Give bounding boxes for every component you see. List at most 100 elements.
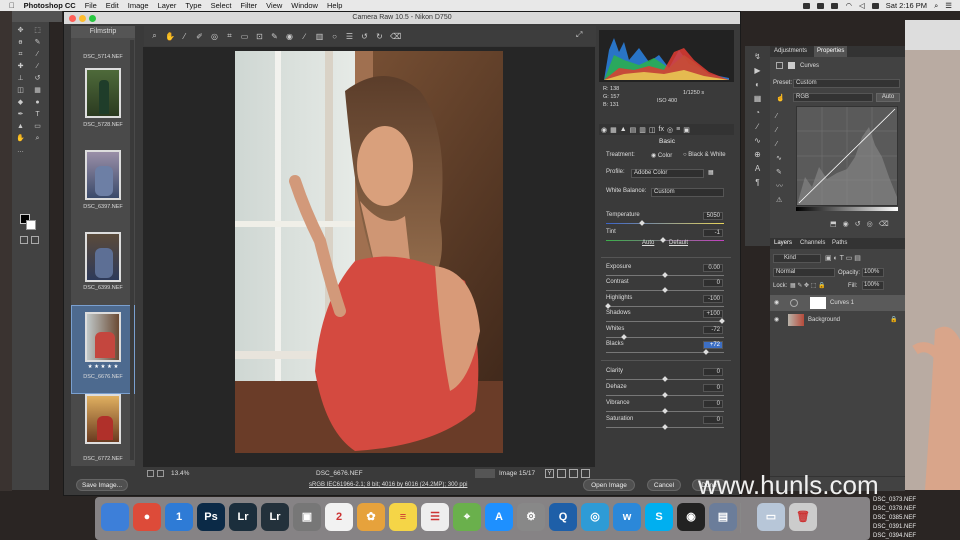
quick-select-icon[interactable]: ✎ (33, 39, 42, 47)
slider-value-input[interactable]: 0 (703, 400, 723, 408)
zoom-level[interactable]: 13.4% (171, 470, 189, 477)
tab-adjustments[interactable]: Adjustments (774, 46, 807, 57)
actions-icon[interactable]: ▶ (745, 64, 770, 78)
slider-knob[interactable] (703, 349, 709, 355)
eraser-tool-icon[interactable]: ◫ (16, 87, 25, 95)
slider-track[interactable] (606, 349, 724, 355)
menu-filter[interactable]: Filter (240, 1, 257, 10)
zoom-in-icon[interactable] (157, 470, 164, 477)
slider-knob[interactable] (719, 318, 725, 324)
presets-tab-icon[interactable]: ≡ (676, 126, 680, 133)
slider-knob[interactable] (605, 303, 611, 309)
brush-icon[interactable]: ∕ (745, 120, 770, 134)
tab-paths[interactable]: Paths (832, 238, 847, 249)
screenshot-icon[interactable]: ▤ (709, 503, 737, 531)
treatment-bw-radio[interactable]: ○ Black & White (683, 152, 726, 158)
transform-icon[interactable]: ⊡ (255, 32, 264, 41)
target-adjust-icon[interactable]: ☝ (776, 94, 785, 102)
view-previous-icon[interactable]: ◉ (843, 220, 849, 228)
desktop-file[interactable]: DSC_0394.NEF (873, 532, 960, 540)
notes-icon[interactable]: ≡ (389, 503, 417, 531)
clone-source-icon[interactable]: ⊕ (745, 148, 770, 162)
background-color[interactable] (26, 220, 36, 230)
red-eye-icon[interactable]: ◉ (285, 32, 294, 41)
curves-icon[interactable]: ∿ (745, 134, 770, 148)
minimize-window-button[interactable] (79, 15, 86, 22)
preview-icon[interactable]: ▣ (293, 503, 321, 531)
adjustment-brush-icon[interactable]: ∕ (300, 32, 309, 41)
slider-track[interactable] (606, 272, 724, 278)
fullscreen-icon[interactable]: ⤢ (576, 30, 582, 40)
status-icon[interactable] (803, 2, 811, 9)
photos-icon[interactable]: ✿ (357, 503, 385, 531)
visibility-eye-icon[interactable]: ◉ (774, 312, 779, 328)
straighten-icon[interactable]: ▭ (240, 32, 249, 41)
tab-channels[interactable]: Channels (800, 238, 825, 249)
targeted-adjust-icon[interactable]: ◎ (210, 32, 219, 41)
crop-tool-icon[interactable]: ⌗ (16, 51, 25, 59)
dodge-tool-icon[interactable]: ● (33, 99, 42, 107)
zoom-tool-icon[interactable]: ⌕ (33, 135, 42, 143)
slider-track[interactable] (606, 220, 724, 226)
filter-kind-select[interactable]: Kind (773, 254, 821, 263)
thumbnail-selected[interactable] (85, 312, 121, 362)
lightroom-icon[interactable]: Lr (229, 503, 257, 531)
status-icon[interactable] (831, 2, 839, 9)
app-store-icon[interactable]: A (485, 503, 513, 531)
opacity-input[interactable]: 100% (862, 268, 884, 277)
quicktime-icon[interactable]: Q (549, 503, 577, 531)
slider-track[interactable] (606, 392, 724, 398)
adjustments-icon[interactable]: ◔ (745, 106, 770, 120)
slider-value-input[interactable]: 0 (703, 384, 723, 392)
layer-name[interactable]: Curves 1 (830, 295, 854, 311)
marquee-tool-icon[interactable]: ⬚ (33, 27, 42, 35)
zoom-out-icon[interactable] (147, 470, 154, 477)
apple-icon[interactable]:  (9, 1, 15, 10)
slider-knob[interactable] (639, 220, 646, 226)
visibility-eye-icon[interactable]: ◉ (774, 295, 779, 311)
channel-select[interactable]: RGB (793, 93, 873, 102)
slider-value-input[interactable]: 5050 (703, 212, 723, 220)
toggle-settings-icon[interactable] (581, 469, 590, 478)
slider-track[interactable] (606, 334, 724, 340)
status-icon[interactable] (817, 2, 825, 9)
delete-icon[interactable]: ⌫ (879, 220, 889, 228)
smooth-icon[interactable]: 〰 (776, 180, 783, 194)
wunderlist-icon[interactable]: w (613, 503, 641, 531)
obs-icon[interactable]: ◉ (677, 503, 705, 531)
slider-knob[interactable] (662, 408, 668, 414)
slider-knob[interactable] (662, 424, 668, 430)
menu-type[interactable]: Type (185, 1, 201, 10)
clone-stamp-icon[interactable]: ⊥ (16, 75, 25, 83)
zoom-icon[interactable]: ⌕ (150, 31, 159, 41)
folder-icon[interactable]: ▭ (757, 503, 785, 531)
clip-to-layer-icon[interactable]: ⬒ (830, 220, 837, 228)
pen-tool-icon[interactable]: ✒ (16, 111, 25, 119)
sample-black-icon[interactable]: ⁄ (776, 110, 783, 124)
tone-curve-tab-icon[interactable]: ▦ (610, 126, 617, 134)
calibration-tab-icon[interactable]: ◎ (667, 126, 673, 134)
swap-settings-icon[interactable] (557, 469, 566, 478)
menu-layer[interactable]: Layer (158, 1, 177, 10)
white-balance-select[interactable]: Custom (651, 188, 724, 197)
clock[interactable]: Sat 2:16 PM (886, 1, 927, 10)
treatment-color-radio[interactable]: ◉ Color (651, 152, 672, 159)
profile-select[interactable]: Adobe Color (631, 169, 704, 178)
slider-track[interactable] (606, 376, 724, 382)
preferences-icon[interactable]: ☰ (345, 32, 354, 41)
swatches-icon[interactable]: ▦ (745, 92, 770, 106)
desktop-file[interactable]: DSC_0378.NEF (873, 505, 960, 514)
chrome-icon[interactable]: ● (133, 503, 161, 531)
screen-mode-icon[interactable] (31, 236, 39, 244)
1password-icon[interactable]: 1 (165, 503, 193, 531)
crop-icon[interactable]: ⌗ (225, 31, 234, 41)
calendar-icon[interactable]: 2 (325, 503, 353, 531)
mask-icon[interactable] (788, 62, 795, 69)
slider-value-input[interactable]: 0 (703, 416, 723, 424)
battery-icon[interactable] (871, 2, 879, 9)
fill-input[interactable]: 100% (862, 281, 884, 290)
detail-tab-icon[interactable]: ▲ (620, 126, 627, 133)
search-icon[interactable]: ⌕ (934, 1, 938, 11)
photoshop-icon[interactable]: Ps (197, 503, 225, 531)
slider-knob[interactable] (662, 272, 668, 278)
